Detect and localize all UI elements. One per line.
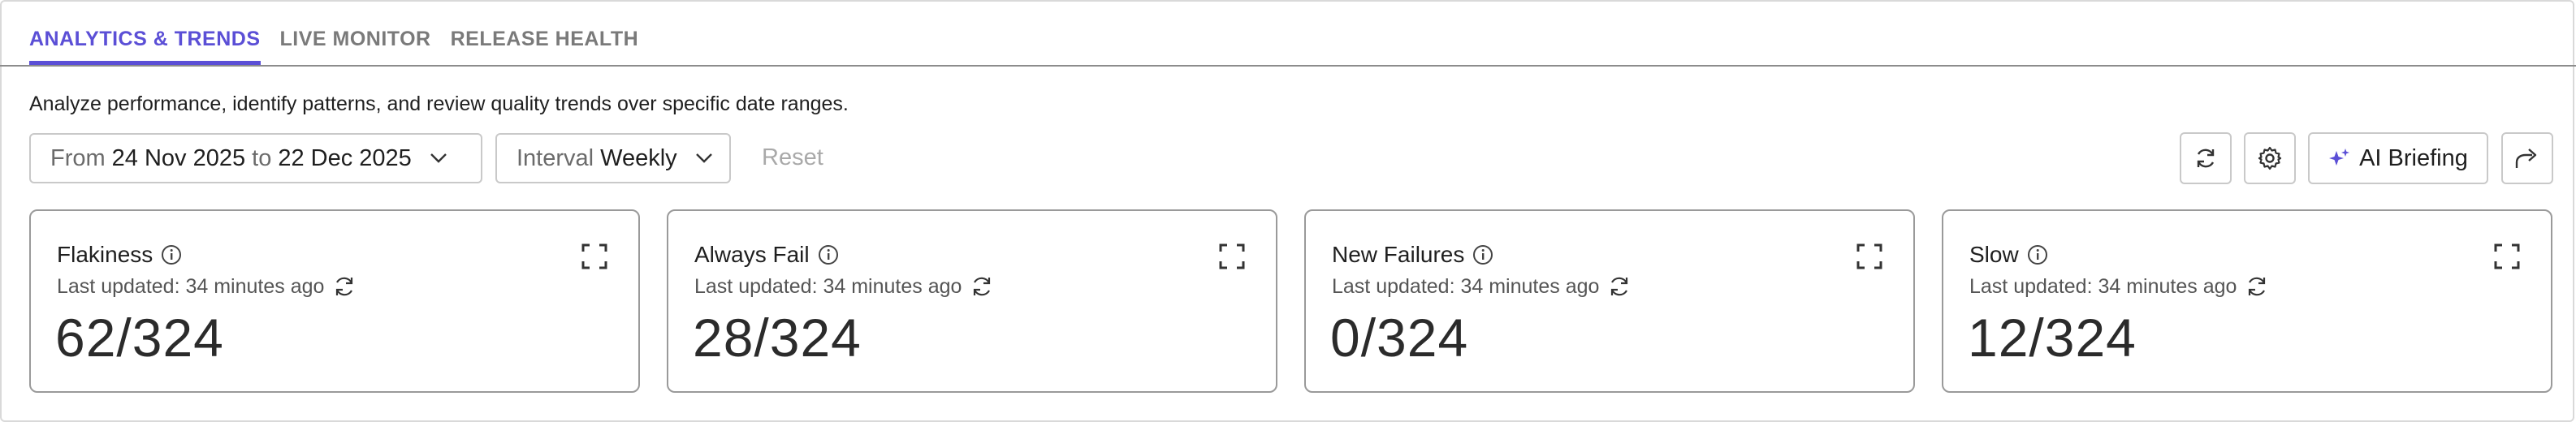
tab-release-health[interactable]: RELEASE HEALTH: [451, 0, 639, 65]
card-updated-row: Last updated: 34 minutes ago: [1332, 274, 1632, 299]
tab-live-monitor[interactable]: LIVE MONITOR: [280, 0, 431, 65]
expand-icon[interactable]: [581, 243, 607, 269]
last-updated-text: Last updated: 34 minutes ago: [694, 274, 962, 298]
refresh-button[interactable]: [2180, 132, 2232, 184]
card-updated-row: Last updated: 34 minutes ago: [57, 274, 357, 299]
date-to-label: to: [252, 144, 272, 171]
metric-card-new-failures: New Failures Last updated: 34 minutes ag…: [1304, 209, 1915, 393]
chevron-down-icon: [430, 149, 447, 167]
last-updated-text: Last updated: 34 minutes ago: [57, 274, 325, 298]
card-title-row: Slow: [1969, 242, 2048, 268]
card-title-row: Always Fail: [694, 242, 839, 268]
reset-button[interactable]: Reset: [762, 144, 823, 171]
card-title: Flakiness: [57, 242, 153, 267]
settings-button[interactable]: [2244, 132, 2296, 184]
share-icon: [2514, 146, 2540, 170]
metric-card-flakiness: Flakiness Last updated: 34 minutes ago 6…: [29, 209, 640, 393]
refresh-icon[interactable]: [2245, 274, 2269, 299]
card-title: Slow: [1969, 242, 2019, 267]
metric-value: 28/324: [693, 308, 862, 368]
interval-label: Interval: [516, 144, 594, 171]
info-icon[interactable]: [2027, 244, 2048, 265]
metric-card-slow: Slow Last updated: 34 minutes ago 12/324: [1942, 209, 2552, 393]
refresh-icon[interactable]: [332, 274, 357, 299]
info-icon[interactable]: [161, 244, 182, 265]
card-title-row: New Failures: [1332, 242, 1493, 268]
card-title: New Failures: [1332, 242, 1465, 267]
refresh-icon: [2193, 146, 2218, 170]
card-updated-row: Last updated: 34 minutes ago: [1969, 274, 2269, 299]
card-updated-row: Last updated: 34 minutes ago: [694, 274, 994, 299]
metric-value: 0/324: [1330, 308, 1469, 368]
last-updated-text: Last updated: 34 minutes ago: [1332, 274, 1600, 298]
share-button[interactable]: [2501, 132, 2553, 184]
date-to-value: 22 Dec 2025: [278, 144, 412, 171]
ai-briefing-button[interactable]: AI Briefing: [2308, 132, 2488, 184]
expand-icon[interactable]: [2494, 243, 2520, 269]
page-description: Analyze performance, identify patterns, …: [29, 93, 849, 115]
info-icon[interactable]: [818, 244, 839, 265]
date-from-label: From: [50, 144, 106, 171]
card-title-row: Flakiness: [57, 242, 182, 268]
ai-briefing-label: AI Briefing: [2359, 144, 2468, 171]
expand-icon[interactable]: [1219, 243, 1245, 269]
tabs-divider: [0, 65, 2576, 67]
last-updated-text: Last updated: 34 minutes ago: [1969, 274, 2237, 298]
refresh-icon[interactable]: [970, 274, 994, 299]
refresh-icon[interactable]: [1607, 274, 1632, 299]
interval-select[interactable]: Interval Weekly: [495, 133, 731, 183]
metric-value: 12/324: [1968, 308, 2137, 368]
info-icon[interactable]: [1472, 244, 1493, 265]
sparkle-icon: [2328, 147, 2351, 170]
expand-icon[interactable]: [1856, 243, 1882, 269]
tab-analytics-trends[interactable]: ANALYTICS & TRENDS: [29, 0, 261, 65]
gear-icon: [2257, 145, 2283, 171]
metric-card-always-fail: Always Fail Last updated: 34 minutes ago…: [667, 209, 1277, 393]
interval-value: Weekly: [600, 144, 677, 171]
date-from-value: 24 Nov 2025: [111, 144, 246, 171]
date-range-select[interactable]: From 24 Nov 2025 to 22 Dec 2025: [29, 133, 482, 183]
metric-value: 62/324: [55, 308, 224, 368]
tab-bar: ANALYTICS & TRENDS LIVE MONITOR RELEASE …: [29, 0, 638, 65]
chevron-down-icon: [695, 149, 713, 167]
card-title: Always Fail: [694, 242, 810, 267]
